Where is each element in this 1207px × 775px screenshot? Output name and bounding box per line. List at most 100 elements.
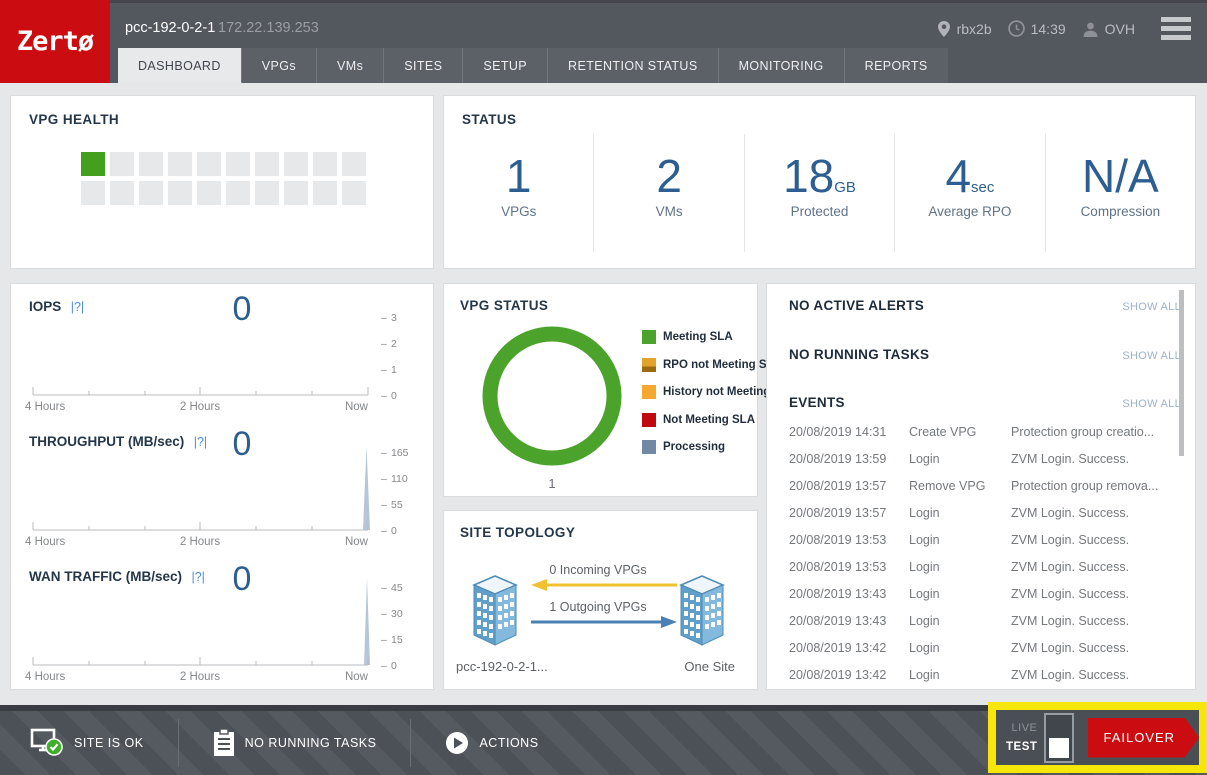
vpg-health-cell (168, 152, 192, 176)
vpg-health-cell (226, 152, 250, 176)
live-label: LIVE (1006, 722, 1037, 734)
vpg-health-cell (284, 152, 308, 176)
event-row[interactable]: 20/08/2019 13:43LoginZVM Login. Success. (789, 580, 1181, 607)
site-ip: 172.22.139.253 (218, 20, 319, 36)
vpg-health-cell (226, 181, 250, 205)
status-columns: 1VPGs2VMs18GBProtected4secAverage RPON/A… (444, 134, 1195, 252)
alerts-show-all-link[interactable]: SHOW ALL (1122, 301, 1181, 313)
tab-dashboard[interactable]: DASHBOARD (118, 48, 241, 83)
svg-text:–: – (381, 634, 387, 646)
svg-text:1: 1 (391, 364, 397, 376)
clipboard-icon (213, 729, 235, 757)
panel-scrollbar[interactable] (1179, 290, 1184, 456)
vpg-health-cell (139, 181, 163, 205)
event-row[interactable]: 20/08/2019 13:57Remove VPGProtection gro… (789, 472, 1181, 499)
incoming-vpgs-label: 0 Incoming VPGs (529, 563, 667, 577)
peer-site-icon[interactable] (673, 571, 731, 651)
zerto-logo: Zertø (0, 0, 110, 83)
running-tasks-label: NO RUNNING TASKS (245, 736, 377, 750)
svg-text:3: 3 (391, 312, 397, 324)
throughput-chart: THROUGHPUT (MB/sec) |?| 0 4 Hours 2 Hour… (11, 419, 433, 554)
menu-icon[interactable] (1161, 17, 1191, 40)
user-icon (1082, 21, 1099, 37)
iops-current-value: 0 (131, 290, 353, 329)
svg-text:30: 30 (391, 608, 403, 620)
wan-traffic-help-link[interactable]: |?| (191, 570, 204, 584)
vpg-health-cell (284, 181, 308, 205)
throughput-title: THROUGHPUT (MB/sec) (29, 434, 184, 449)
iops-help-link[interactable]: |?| (71, 300, 84, 314)
vpg-health-cell (342, 152, 366, 176)
site-status-label: SITE IS OK (74, 736, 144, 750)
tab-retention-status[interactable]: RETENTION STATUS (547, 48, 718, 83)
svg-text:2 Hours: 2 Hours (180, 401, 221, 413)
wan-traffic-spike (364, 578, 370, 665)
site-ok-icon (30, 728, 64, 758)
location-pin-icon (937, 20, 951, 38)
svg-text:0: 0 (391, 660, 397, 672)
svg-text:45: 45 (391, 582, 403, 594)
outgoing-vpgs-label: 1 Outgoing VPGs (529, 600, 667, 614)
legend-swatch (642, 413, 656, 427)
svg-text:4 Hours: 4 Hours (25, 536, 66, 548)
svg-text:0: 0 (391, 525, 397, 537)
vpg-health-title: VPG HEALTH (29, 112, 415, 127)
site-name: pcc-192-0-2-1 (125, 20, 215, 36)
svg-text:Now: Now (345, 671, 369, 683)
actions-label: ACTIONS (479, 736, 538, 750)
tab-vpgs[interactable]: VPGs (241, 48, 316, 83)
svg-text:2: 2 (391, 338, 397, 350)
svg-text:2 Hours: 2 Hours (180, 671, 221, 683)
throughput-help-link[interactable]: |?| (194, 435, 207, 449)
status-metric-average-rpo: 4secAverage RPO (895, 134, 1045, 252)
svg-text:–: – (381, 390, 387, 402)
vpg-health-cell (313, 152, 337, 176)
performance-charts-panel: IOPS |?| 0 4 Hours 2 Hours Now –3 –2 –1 … (10, 283, 434, 690)
nav-tabs: DASHBOARDVPGsVMsSITESSETUPRETENTION STAT… (118, 48, 948, 83)
event-row[interactable]: 20/08/2019 13:53LoginZVM Login. Success. (789, 526, 1181, 553)
event-row[interactable]: 20/08/2019 13:57LoginZVM Login. Success. (789, 499, 1181, 526)
tab-vms[interactable]: VMs (316, 48, 383, 83)
tasks-title: NO RUNNING TASKS (789, 347, 929, 362)
local-site-icon[interactable] (466, 571, 524, 651)
failover-button[interactable]: FAILOVER (1088, 718, 1199, 758)
tab-setup[interactable]: SETUP (462, 48, 547, 83)
tab-monitoring[interactable]: MONITORING (718, 48, 844, 83)
svg-text:–: – (381, 364, 387, 376)
events-show-all-link[interactable]: SHOW ALL (1122, 398, 1181, 410)
event-row[interactable]: 20/08/2019 13:42LoginZVM Login. Success. (789, 661, 1181, 688)
test-label: TEST (1006, 741, 1037, 753)
wan-traffic-chart: WAN TRAFFIC (MB/sec) |?| 0 4 Hours 2 Hou… (11, 554, 433, 689)
legend-label: RPO not Meeting SLA (663, 359, 782, 371)
clock-label: 14:39 (1031, 21, 1066, 37)
outgoing-arrow-icon (529, 614, 679, 630)
play-circle-icon (445, 731, 469, 755)
svg-text:–: – (381, 447, 387, 459)
tab-reports[interactable]: REPORTS (844, 48, 948, 83)
event-row[interactable]: 20/08/2019 13:53LoginZVM Login. Success. (789, 553, 1181, 580)
site-status-button[interactable]: SITE IS OK (30, 728, 144, 758)
event-row[interactable]: 20/08/2019 14:31Create VPGProtection gro… (789, 418, 1181, 445)
vpg-status-donut: 1 (462, 316, 642, 494)
wan-traffic-title: WAN TRAFFIC (MB/sec) (29, 569, 182, 584)
vpg-health-cell (255, 181, 279, 205)
incoming-arrow-icon (529, 577, 679, 593)
actions-button[interactable]: ACTIONS (445, 731, 538, 755)
svg-text:–: – (381, 525, 387, 537)
events-list: 20/08/2019 14:31Create VPGProtection gro… (789, 418, 1181, 688)
annotation-highlight: LIVE TEST FAILOVER (988, 702, 1207, 773)
svg-text:–: – (381, 582, 387, 594)
event-row[interactable]: 20/08/2019 13:43LoginZVM Login. Success. (789, 607, 1181, 634)
tasks-show-all-link[interactable]: SHOW ALL (1122, 350, 1181, 362)
vpg-health-cell (110, 181, 134, 205)
event-row[interactable]: 20/08/2019 13:59LoginZVM Login. Success. (789, 445, 1181, 472)
tab-sites[interactable]: SITES (383, 48, 462, 83)
running-tasks-button[interactable]: NO RUNNING TASKS (213, 729, 377, 757)
status-metric-protected: 18GBProtected (745, 134, 895, 252)
vpg-health-cell (255, 152, 279, 176)
event-row[interactable]: 20/08/2019 13:42LoginZVM Login. Success. (789, 634, 1181, 661)
vpg-health-panel: VPG HEALTH (10, 95, 434, 269)
svg-text:–: – (381, 312, 387, 324)
live-test-toggle[interactable] (1044, 713, 1073, 763)
svg-text:2 Hours: 2 Hours (180, 536, 221, 548)
